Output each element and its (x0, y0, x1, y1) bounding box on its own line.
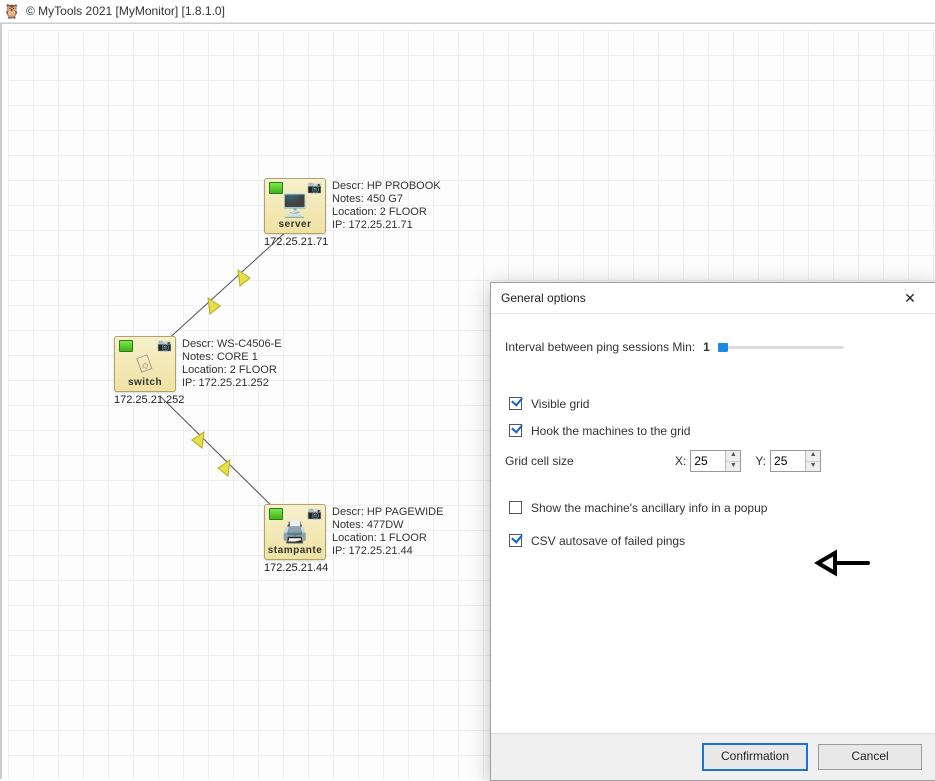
slider-thumb-icon[interactable] (718, 343, 728, 352)
node-switch[interactable]: 📷 ⌺ switch 172.25.21.252 Descr: WS-C4506… (114, 336, 184, 406)
cancel-button[interactable]: Cancel (818, 744, 922, 770)
hook-grid-input[interactable] (509, 424, 522, 437)
node-printer-icon[interactable]: 📷 🖨️ stampante (264, 504, 326, 560)
grid-y-input[interactable] (771, 451, 805, 471)
close-icon[interactable]: ✕ (890, 284, 930, 312)
status-green-icon (269, 182, 283, 194)
node-printer-info: Descr: HP PAGEWIDE Notes: 477DW Location… (332, 506, 443, 558)
grid-x-spinner[interactable]: ▲ ▼ (690, 450, 741, 472)
annotation-arrow-icon (813, 545, 873, 581)
general-options-dialog: General options ✕ Interval between ping … (490, 282, 935, 781)
visible-grid-input[interactable] (509, 397, 522, 410)
node-printer[interactable]: 📷 🖨️ stampante 172.25.21.44 Descr: HP PA… (264, 504, 328, 574)
spin-down-icon[interactable]: ▼ (806, 462, 820, 472)
interval-value: 1 (703, 340, 710, 354)
camera-icon: 📷 (157, 339, 172, 351)
node-server-icon[interactable]: 📷 🖥️ server (264, 178, 326, 234)
node-ip-caption: 172.25.21.44 (264, 562, 328, 574)
csv-autosave-label: CSV autosave of failed pings (531, 534, 685, 548)
titlebar: 🦉 © MyTools 2021 [MyMonitor] [1.8.1.0] (0, 0, 935, 23)
dialog-button-bar: Confirmation Cancel (491, 733, 935, 780)
grid-y-spinner[interactable]: ▲ ▼ (770, 450, 821, 472)
csv-autosave-input[interactable] (509, 534, 522, 547)
interval-label: Interval between ping sessions Min: (505, 340, 695, 354)
popup-info-input[interactable] (509, 501, 522, 514)
node-ip-caption: 172.25.21.252 (114, 394, 184, 406)
interval-slider[interactable] (718, 346, 844, 349)
grid-x-input[interactable] (691, 451, 725, 471)
grid-cell-size-row: Grid cell size X: ▲ ▼ Y: ▲ ▼ (505, 450, 924, 472)
popup-info-checkbox[interactable]: Show the machine's ancillary info in a p… (505, 498, 767, 517)
status-green-icon (119, 340, 133, 352)
visible-grid-checkbox[interactable]: Visible grid (505, 394, 589, 413)
app-title: © MyTools 2021 [MyMonitor] [1.8.1.0] (26, 4, 225, 18)
node-server[interactable]: 📷 🖥️ server 172.25.21.71 Descr: HP PROBO… (264, 178, 328, 248)
server-glyph-icon: 🖥️ (281, 195, 308, 217)
node-switch-icon[interactable]: 📷 ⌺ switch (114, 336, 176, 392)
camera-icon: 📷 (307, 507, 322, 519)
y-label: Y: (755, 454, 766, 468)
spin-up-icon[interactable]: ▲ (806, 451, 820, 462)
spin-down-icon[interactable]: ▼ (726, 462, 740, 472)
grid-cell-size-label: Grid cell size (505, 454, 675, 468)
confirmation-button[interactable]: Confirmation (702, 743, 808, 771)
node-switch-info: Descr: WS-C4506-E Notes: CORE 1 Location… (182, 338, 282, 390)
status-green-icon (269, 508, 283, 520)
x-label: X: (675, 454, 686, 468)
dialog-titlebar[interactable]: General options ✕ (491, 283, 935, 314)
popup-info-label: Show the machine's ancillary info in a p… (531, 501, 767, 515)
spin-up-icon[interactable]: ▲ (726, 451, 740, 462)
dialog-body: Interval between ping sessions Min: 1 Vi… (491, 314, 935, 733)
node-type-label: stampante (268, 545, 323, 559)
hook-grid-label: Hook the machines to the grid (531, 424, 690, 438)
printer-glyph-icon: 🖨️ (281, 521, 308, 543)
csv-autosave-checkbox[interactable]: CSV autosave of failed pings (505, 531, 685, 550)
app-icon: 🦉 (4, 3, 20, 19)
interval-row: Interval between ping sessions Min: 1 (505, 340, 924, 354)
switch-glyph-icon: ⌺ (135, 351, 155, 376)
node-type-label: server (278, 219, 311, 233)
node-type-label: switch (128, 377, 162, 391)
hook-grid-checkbox[interactable]: Hook the machines to the grid (505, 421, 690, 440)
node-ip-caption: 172.25.21.71 (264, 236, 328, 248)
visible-grid-label: Visible grid (531, 397, 589, 411)
camera-icon: 📷 (307, 181, 322, 193)
dialog-title: General options (501, 291, 586, 305)
node-server-info: Descr: HP PROBOOK Notes: 450 G7 Location… (332, 180, 441, 232)
